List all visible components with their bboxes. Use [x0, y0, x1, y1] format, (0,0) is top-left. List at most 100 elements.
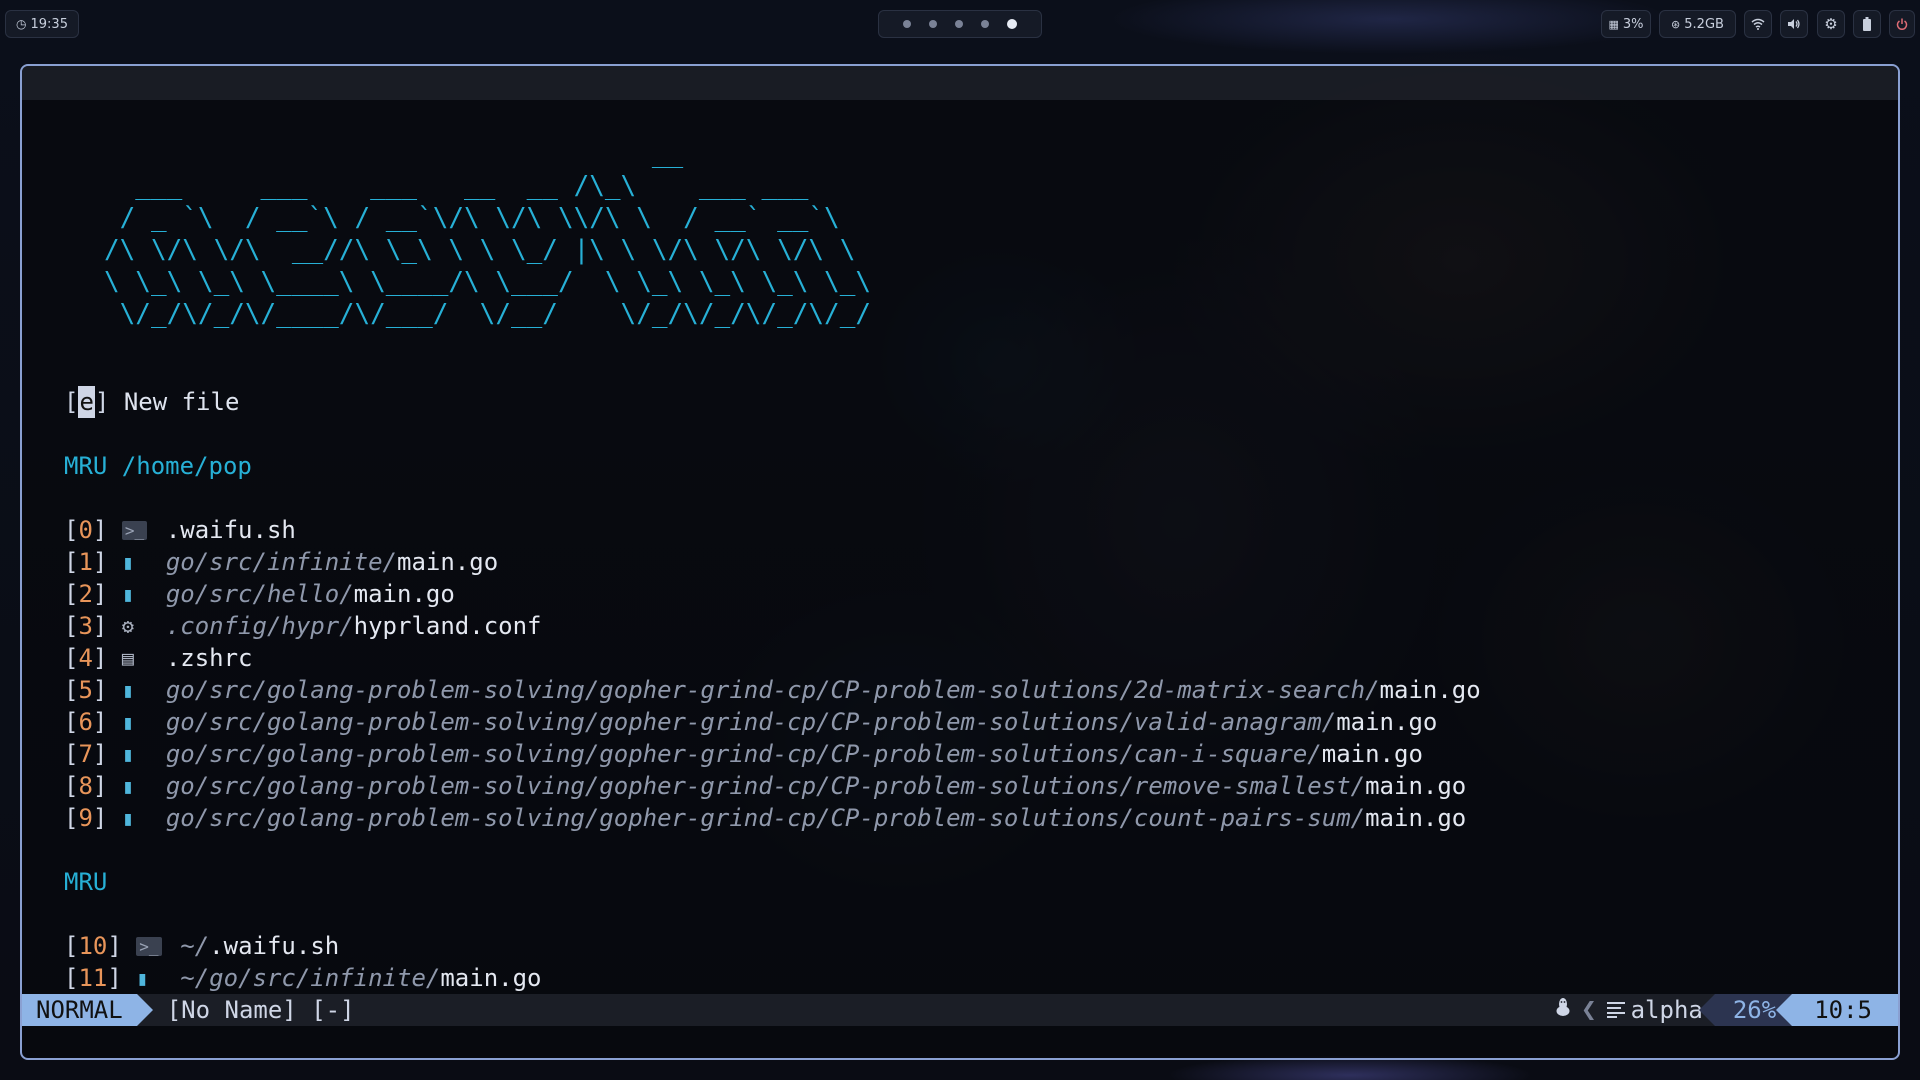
mru-item-filename: hyprland.conf: [353, 612, 542, 640]
mru-item-index: 2: [78, 580, 93, 608]
go-gopher-icon: ▮: [136, 966, 149, 990]
mru-item-filename: .waifu.sh: [165, 516, 296, 544]
mru-item-dir: go/src/hello/: [165, 580, 354, 608]
battery-button[interactable]: [1853, 10, 1881, 38]
cpu-icon: ▦: [1608, 17, 1619, 31]
mru-item-1[interactable]: [1] ▮ go/src/infinite/main.go: [64, 546, 498, 578]
neovim-ascii-banner: __ ___ ___ ___ __ __ /\_\ ___ ___ / _ `\…: [104, 139, 872, 329]
mru-item-dir: go/src/golang-problem-solving/gopher-gri…: [165, 740, 1322, 768]
mru-item-filename: main.go: [397, 548, 499, 576]
memory-widget[interactable]: ⊛ 5.2GB: [1659, 10, 1736, 38]
mru-item-dir: ~/go/src/infinite/: [180, 964, 441, 992]
linux-tux-icon: [1555, 994, 1571, 1026]
mru-global-header: MRU: [64, 868, 108, 896]
mru-item-0[interactable]: [0] >_ .waifu.sh: [64, 514, 296, 546]
workspace-dot-2[interactable]: [929, 20, 937, 28]
status-line-right: ❮ alpha 26% 10:5: [1555, 994, 1898, 1026]
cpu-usage: 3%: [1622, 16, 1644, 32]
power-button[interactable]: [1889, 10, 1915, 38]
mru-item-dir: go/src/golang-problem-solving/gopher-gri…: [165, 772, 1366, 800]
buffer-name: [No Name] [-]: [166, 996, 355, 1024]
mru-item-index: 11: [78, 964, 108, 992]
config-gear-icon: ⚙: [121, 614, 134, 638]
filetype-lines-icon: [1606, 994, 1625, 1026]
mru-item-index: 6: [78, 708, 93, 736]
mru-item-filename: .waifu.sh: [209, 932, 340, 960]
mru-item-index: 5: [78, 676, 93, 704]
mode-indicator: NORMAL: [22, 994, 153, 1026]
go-gopher-icon: ▮: [121, 774, 134, 798]
mru-item-6[interactable]: [6] ▮ go/src/golang-problem-solving/gophe…: [64, 706, 1437, 738]
mru-item-filename: main.go: [1365, 804, 1467, 832]
mru-item-10[interactable]: [10] >_ ~/.waifu.sh: [64, 930, 339, 962]
go-gopher-icon: ▮: [121, 678, 134, 702]
mru-item-index: 9: [78, 804, 93, 832]
status-line: NORMAL [No Name] [-] ❮ alpha 26% 10:5: [22, 994, 1898, 1026]
mru-item-filename: main.go: [1365, 772, 1467, 800]
top-bar: ◷ 19:35 ▦ 3% ⊛ 5.2GB ⚙: [0, 0, 1920, 46]
mru-local-header: MRU /home/pop: [64, 452, 252, 480]
mru-item-index: 3: [78, 612, 93, 640]
workspace-dot-1[interactable]: [903, 20, 911, 28]
mru-item-5[interactable]: [5] ▮ go/src/golang-problem-solving/gophe…: [64, 674, 1481, 706]
workspace-dot-3[interactable]: [955, 20, 963, 28]
mru-item-dir: go/src/golang-problem-solving/gopher-gri…: [165, 804, 1366, 832]
mru-item-4[interactable]: [4] ▤ .zshrc: [64, 642, 253, 674]
terminal-icon: >_: [136, 929, 180, 963]
workspace-switcher: [878, 10, 1042, 38]
terminal-window[interactable]: __ ___ ___ ___ __ __ /\_\ ___ ___ / _ `\…: [20, 64, 1900, 1060]
memory-usage: 5.2GB: [1684, 16, 1724, 32]
mru-item-dir: go/src/infinite/: [165, 548, 397, 576]
new-file-label: New file: [123, 388, 240, 416]
filetype-label: alpha: [1630, 996, 1703, 1024]
mru-item-dir: go/src/golang-problem-solving/gopher-gri…: [165, 708, 1337, 736]
separator-chevron-icon: ❮: [1580, 995, 1597, 1025]
mru-item-filename: main.go: [1321, 740, 1423, 768]
cursor-position: 10:5: [1776, 994, 1898, 1026]
mru-item-index: 7: [78, 740, 93, 768]
mru-item-filename: main.go: [440, 964, 542, 992]
volume-button[interactable]: [1780, 10, 1808, 38]
mru-item-9[interactable]: [9] ▮ go/src/golang-problem-solving/gophe…: [64, 802, 1466, 834]
mru-item-dir: .config/hypr/: [165, 612, 354, 640]
mru-item-index: 10: [78, 932, 108, 960]
mru-item-index: 8: [78, 772, 93, 800]
mru-item-filename: main.go: [1379, 676, 1481, 704]
mru-item-index: 4: [78, 644, 93, 672]
mru-item-filename: main.go: [353, 580, 455, 608]
mru-item-index: 0: [78, 516, 93, 544]
go-gopher-icon: ▮: [121, 806, 134, 830]
clock-icon: ◷: [16, 17, 27, 31]
mru-item-11[interactable]: [11] ▮ ~/go/src/infinite/main.go: [64, 962, 542, 994]
go-gopher-icon: ▮: [121, 742, 134, 766]
mru-item-8[interactable]: [8] ▮ go/src/golang-problem-solving/gophe…: [64, 770, 1466, 802]
mru-item-index: 1: [78, 548, 93, 576]
go-gopher-icon: ▮: [121, 582, 134, 606]
new-file-key: e: [78, 386, 95, 418]
mru-item-dir: ~/: [180, 932, 210, 960]
text-file-icon: ▤: [121, 646, 134, 670]
memory-icon: ⊛: [1671, 17, 1681, 31]
go-gopher-icon: ▮: [121, 550, 134, 574]
clock-widget[interactable]: ◷ 19:35: [5, 10, 79, 38]
mru-item-filename: main.go: [1336, 708, 1438, 736]
mru-item-filename: .zshrc: [165, 644, 253, 672]
power-icon: [1896, 18, 1908, 30]
battery-icon: [1863, 17, 1871, 31]
workspace-dot-5[interactable]: [1007, 19, 1017, 29]
volume-icon: [1788, 19, 1800, 29]
settings-button[interactable]: ⚙: [1817, 10, 1845, 38]
mru-item-7[interactable]: [7] ▮ go/src/golang-problem-solving/gophe…: [64, 738, 1423, 770]
terminal-icon: >_: [121, 513, 166, 547]
mru-item-3[interactable]: [3] ⚙ .config/hypr/hyprland.conf: [64, 610, 542, 642]
cpu-widget[interactable]: ▦ 3%: [1601, 10, 1651, 38]
wifi-icon: [1751, 18, 1765, 30]
clock-time: 19:35: [30, 16, 68, 32]
window-title-strip: [22, 66, 1898, 100]
workspace-dot-4[interactable]: [981, 20, 989, 28]
wifi-button[interactable]: [1744, 10, 1772, 38]
go-gopher-icon: ▮: [121, 710, 134, 734]
mru-item-2[interactable]: [2] ▮ go/src/hello/main.go: [64, 578, 455, 610]
gear-icon: ⚙: [1824, 15, 1838, 33]
new-file-button[interactable]: [e] New file: [64, 386, 239, 418]
